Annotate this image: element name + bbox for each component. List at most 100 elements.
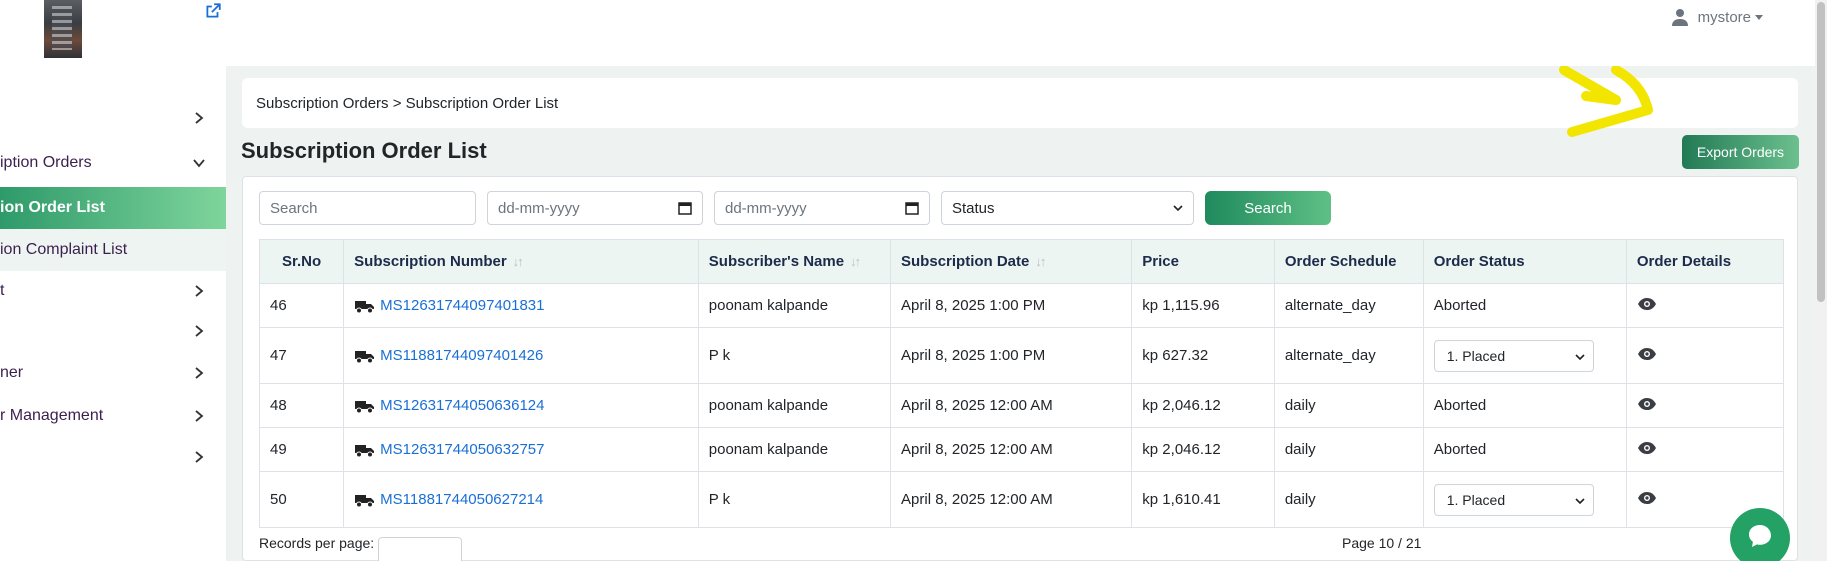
order-status-value: 1. Placed <box>1446 491 1506 508</box>
cell-order-details <box>1625 383 1785 428</box>
sidebar-item-label: r Management <box>0 407 104 424</box>
sidebar-item-user-management[interactable]: r Management <box>0 395 226 437</box>
eye-icon[interactable] <box>1637 397 1657 411</box>
eye-icon[interactable] <box>1637 441 1657 455</box>
cell-price: kp 627.32 <box>1131 327 1275 384</box>
sidebar-item-label: iption Orders <box>0 154 92 171</box>
sidebar-item-subscription-orders[interactable]: iption Orders <box>0 142 226 184</box>
eye-icon[interactable] <box>1637 297 1657 311</box>
cell-order-schedule: daily <box>1273 427 1424 472</box>
records-per-page-label: Records per page: <box>259 535 375 551</box>
order-status-select[interactable]: 1. Placed <box>1433 339 1594 372</box>
page-scrollbar[interactable] <box>1815 0 1827 561</box>
cell-price: kp 2,046.12 <box>1131 383 1275 428</box>
cell-subscription-date: April 8, 2025 1:00 PM <box>890 283 1133 328</box>
status-select[interactable]: Status <box>941 191 1194 225</box>
cell-order-status: 1. Placed <box>1422 327 1627 384</box>
header-subscription-date[interactable]: Subscription Date ↓↑ <box>890 239 1133 284</box>
calendar-icon[interactable] <box>678 201 692 215</box>
cell-subscription-number: MS12631744097401831 <box>343 283 699 328</box>
subscription-number-link[interactable]: MS11881744097401426 <box>380 347 543 364</box>
search-placeholder: Search <box>270 199 318 217</box>
cell-subscription-number: MS12631744050636124 <box>343 383 699 428</box>
subscription-number-link[interactable]: MS12631744050636124 <box>380 397 544 414</box>
sidebar-item-product[interactable]: t <box>0 270 226 312</box>
sort-icon[interactable]: ↓↑ <box>513 254 524 269</box>
export-orders-button[interactable]: Export Orders <box>1682 135 1799 169</box>
header-order-schedule: Order Schedule <box>1273 239 1424 284</box>
sidebar-item-label: t <box>0 282 5 299</box>
orders-card: Search dd-mm-yyyy dd-mm-yyyy Status Sear… <box>242 176 1798 561</box>
cell-sr-no: 46 <box>258 283 345 328</box>
calendar-icon[interactable] <box>905 201 919 215</box>
cell-price: kp 1,610.41 <box>1131 471 1275 528</box>
subscription-number-link[interactable]: MS12631744097401831 <box>380 297 544 314</box>
sidebar-item-partner[interactable]: ner <box>0 352 226 394</box>
chevron-down-icon <box>1575 497 1585 504</box>
cell-subscription-number: MS11881744097401426 <box>343 327 699 384</box>
header-subscription-number[interactable]: Subscription Number ↓↑ <box>343 239 699 284</box>
records-per-page-select[interactable] <box>378 537 462 561</box>
cell-order-schedule: daily <box>1273 471 1424 528</box>
user-name: mystore <box>1697 8 1751 26</box>
table-header-row: Sr.No Subscription Number ↓↑ Subscriber's… <box>258 239 1785 284</box>
sidebar-item-label: ion Order List <box>0 199 105 216</box>
sidebar-item-more[interactable] <box>0 436 226 478</box>
cell-order-details <box>1625 327 1785 384</box>
cell-subscription-date: April 8, 2025 12:00 AM <box>890 383 1133 428</box>
sidebar-item-subscription-order-list[interactable]: ion Order List <box>0 187 226 229</box>
chevron-down-icon <box>1173 205 1183 212</box>
sidebar-item-unlabeled[interactable] <box>0 310 226 352</box>
eye-icon[interactable] <box>1637 491 1657 505</box>
chevron-right-icon <box>195 367 204 379</box>
cell-price: kp 2,046.12 <box>1131 427 1275 472</box>
cell-order-details <box>1625 427 1785 472</box>
cell-order-status: 1. Placed <box>1422 471 1627 528</box>
eye-icon[interactable] <box>1637 347 1657 361</box>
truck-icon <box>355 401 375 414</box>
page-title: Subscription Order List <box>241 138 487 163</box>
chevron-right-icon <box>195 112 204 124</box>
store-logo[interactable] <box>44 0 82 58</box>
subscription-number-link[interactable]: MS11881744050627214 <box>380 491 543 508</box>
cell-sr-no: 47 <box>258 327 345 384</box>
cell-subscription-number: MS11881744050627214 <box>343 471 699 528</box>
chat-icon <box>1749 525 1771 547</box>
cell-sr-no: 48 <box>258 383 345 428</box>
search-input[interactable]: Search <box>259 191 476 225</box>
cell-subscription-date: April 8, 2025 12:00 AM <box>890 427 1133 472</box>
cell-price: kp 1,115.96 <box>1131 283 1275 328</box>
search-button[interactable]: Search <box>1205 191 1331 225</box>
user-icon <box>1671 9 1688 26</box>
annotation-arrow <box>1559 66 1653 137</box>
sidebar-item-subscription-complaint-list[interactable]: ion Complaint List <box>0 229 226 271</box>
header-sr-no: Sr.No <box>258 239 345 284</box>
sidebar: iption Orders ion Order List ion Complai… <box>0 0 226 561</box>
scrollbar-thumb[interactable] <box>1817 2 1825 302</box>
sidebar-item-dashboard[interactable] <box>0 97 226 139</box>
cell-subscriber-name: P k <box>697 471 892 528</box>
cell-order-schedule: daily <box>1273 383 1424 428</box>
cell-sr-no: 49 <box>258 427 345 472</box>
sort-icon[interactable]: ↓↑ <box>850 254 861 269</box>
cell-order-status: Aborted <box>1422 283 1627 328</box>
date-to-field[interactable]: dd-mm-yyyy <box>714 191 930 225</box>
sort-icon[interactable]: ↓↑ <box>1035 254 1046 269</box>
table-row: 46 MS12631744097401831 poonam kalpande Apri… <box>258 283 1785 328</box>
orders-table: Sr.No Subscription Number ↓↑ Subscriber's… <box>258 239 1785 528</box>
topbar: mystore <box>226 0 1827 66</box>
chat-button[interactable] <box>1730 508 1790 561</box>
chevron-right-icon <box>195 451 204 463</box>
order-status-text: Aborted <box>1433 441 1487 458</box>
header-order-details: Order Details <box>1625 239 1785 284</box>
header-subscriber-name[interactable]: Subscriber's Name ↓↑ <box>697 239 892 284</box>
truck-icon <box>355 445 375 458</box>
user-menu[interactable]: mystore <box>1671 8 1763 26</box>
external-link-icon[interactable] <box>204 2 222 20</box>
subscription-number-link[interactable]: MS12631744050632757 <box>380 441 544 458</box>
table-row: 50 MS11881744050627214 P k April 8, 2025 12… <box>258 471 1785 528</box>
cell-subscription-date: April 8, 2025 12:00 AM <box>890 471 1133 528</box>
order-status-select[interactable]: 1. Placed <box>1433 483 1594 516</box>
filter-bar: Search dd-mm-yyyy dd-mm-yyyy Status Sear… <box>259 191 1331 225</box>
date-from-field[interactable]: dd-mm-yyyy <box>487 191 703 225</box>
